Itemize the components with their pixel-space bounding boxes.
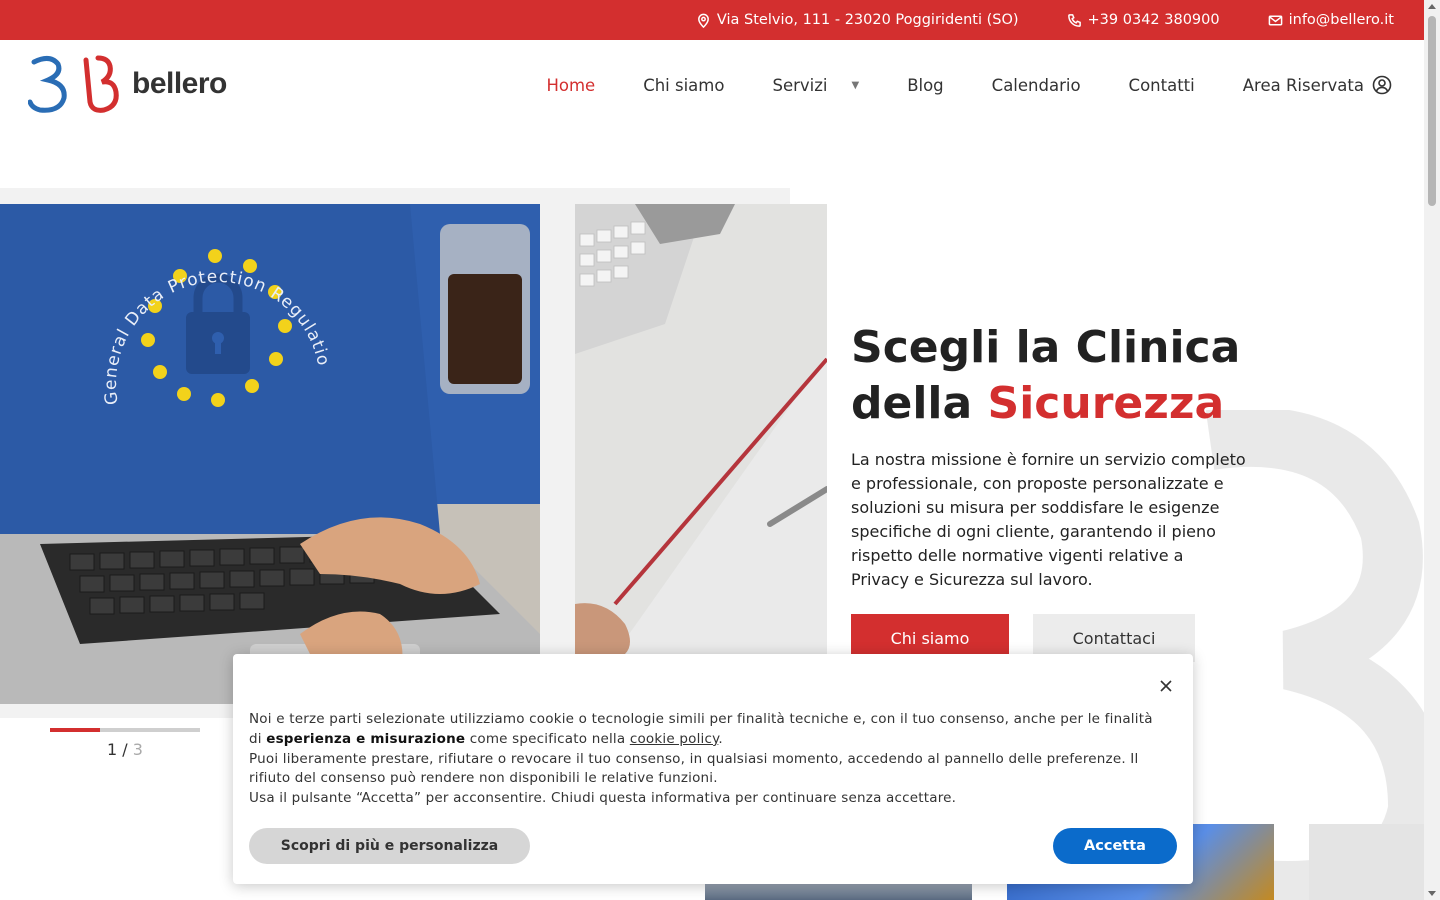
nav-chi-siamo[interactable]: Chi siamo — [619, 76, 748, 95]
cookie-text-p1-mid: come specificato nella — [465, 730, 630, 747]
close-icon — [1160, 680, 1172, 692]
gdpr-laptop-illustration: General Data Protection Regulation (GDPR… — [0, 204, 540, 704]
slider-separator: / — [122, 740, 128, 759]
phone-text: +39 0342 380900 — [1087, 12, 1220, 28]
hero-description: La nostra missione è fornire un servizio… — [851, 450, 1246, 589]
email-text: info@bellero.it — [1288, 12, 1394, 28]
hero-title-line1: Scegli la Clinica — [851, 322, 1241, 373]
nav-area-riservata[interactable]: Area Riservata — [1219, 75, 1392, 95]
hero-title: Scegli la Clinica della Sicurezza — [851, 320, 1251, 432]
slider-progress-track[interactable] — [50, 728, 200, 732]
nav-home[interactable]: Home — [522, 76, 619, 95]
page-scrollbar[interactable] — [1424, 0, 1440, 900]
logo-3-mark-icon — [28, 56, 67, 113]
cookie-customize-button[interactable]: Scopri di più e personalizza — [249, 828, 530, 864]
desk-notebook-illustration — [575, 204, 827, 654]
location-pin-icon — [697, 13, 709, 28]
nav-blog[interactable]: Blog — [883, 76, 967, 95]
nav-home-label: Home — [546, 75, 596, 95]
cookie-close-button[interactable] — [1159, 678, 1173, 692]
cookie-text-p3: Usa il pulsante “Accetta” per acconsenti… — [249, 790, 957, 807]
nav-servizi[interactable]: Servizi ▼ — [748, 76, 883, 95]
phone-item[interactable]: +39 0342 380900 — [1067, 12, 1220, 28]
cookie-text: Noi e terze parti selezionate utilizziam… — [249, 710, 1169, 809]
nav-area-riservata-label: Area Riservata — [1242, 75, 1364, 95]
cookie-text-p2: Puoi liberamente prestare, rifiutare o r… — [249, 750, 1139, 787]
slider-total: 3 — [132, 740, 143, 759]
nav-blog-label: Blog — [907, 75, 944, 95]
cookie-text-p1-end: . — [718, 730, 723, 747]
nav-chi-siamo-label: Chi siamo — [643, 75, 725, 95]
nav-servizi-label: Servizi — [772, 75, 828, 95]
nav-calendario[interactable]: Calendario — [968, 76, 1105, 95]
nav-contatti[interactable]: Contatti — [1105, 76, 1219, 95]
nav-calendario-label: Calendario — [991, 75, 1081, 95]
cookie-text-bold: esperienza e misurazione — [266, 730, 466, 747]
top-contact-bar: Via Stelvio, 111 - 23020 Poggiridenti (S… — [0, 0, 1424, 40]
user-circle-icon — [1372, 75, 1392, 95]
slider-counter: 1 / 3 — [50, 740, 200, 759]
phone-icon — [1067, 13, 1081, 27]
cookie-accept-button[interactable]: Accetta — [1053, 828, 1177, 864]
scrollbar-thumb[interactable] — [1428, 16, 1436, 206]
nav-contatti-label: Contatti — [1128, 75, 1195, 95]
slider-progress-fill — [50, 728, 100, 732]
chevron-down-icon[interactable]: ▼ — [851, 80, 859, 91]
logo-b-mark-icon — [83, 55, 119, 113]
mail-icon — [1268, 15, 1282, 25]
hero-text-block: Scegli la Clinica della Sicurezza La nos… — [851, 320, 1251, 662]
logo-wordmark: bellero — [132, 67, 227, 100]
slider-current: 1 — [107, 740, 118, 759]
hero-image-gdpr-laptop: General Data Protection Regulation (GDPR… — [0, 204, 540, 704]
service-card-image-3[interactable] — [1309, 824, 1424, 900]
site-logo[interactable]: bellero — [28, 54, 227, 114]
scroll-up-arrow-icon[interactable] — [1428, 4, 1436, 9]
hero-image-desk-notebook — [575, 204, 827, 654]
hero-slider-controls[interactable]: 1 / 3 — [50, 728, 200, 759]
cookie-consent-banner: Noi e terze parti selezionate utilizziam… — [233, 654, 1193, 884]
main-nav: Home Chi siamo Servizi ▼ Blog Calendario … — [522, 40, 1392, 130]
cookie-policy-link[interactable]: cookie policy — [630, 731, 719, 747]
address-text: Via Stelvio, 111 - 23020 Poggiridenti (S… — [716, 12, 1019, 28]
scroll-down-arrow-icon[interactable] — [1428, 891, 1436, 896]
email-item[interactable]: info@bellero.it — [1268, 12, 1394, 28]
site-header: bellero Home Chi siamo Servizi ▼ Blog Cal… — [0, 40, 1424, 130]
hero-title-line2-plain: della — [851, 378, 988, 429]
address-item[interactable]: Via Stelvio, 111 - 23020 Poggiridenti (S… — [696, 12, 1019, 28]
hero-title-accent: Sicurezza — [987, 378, 1225, 429]
